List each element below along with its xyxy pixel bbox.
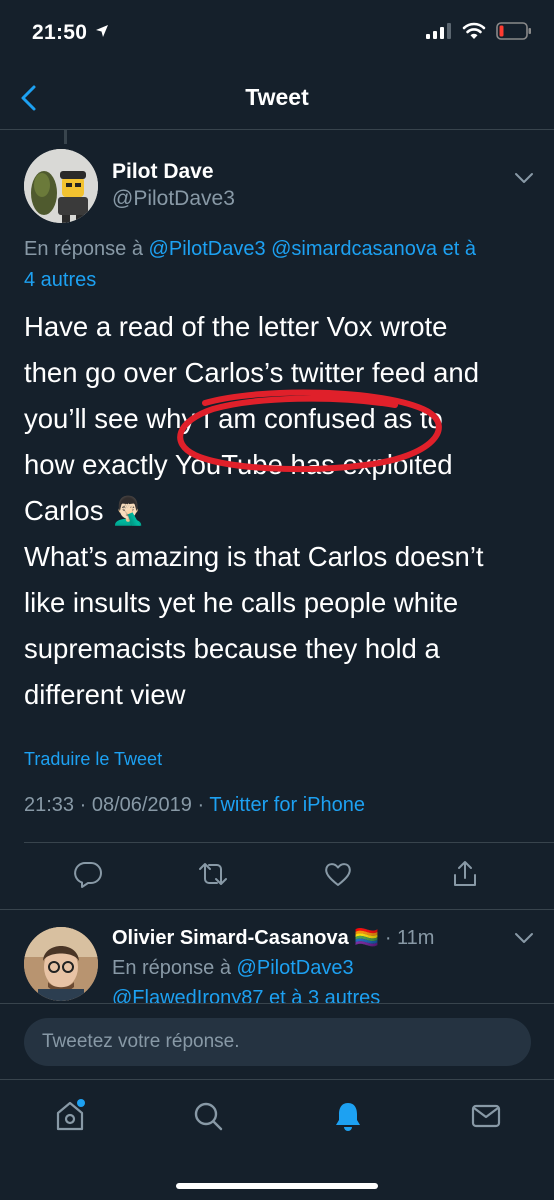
reply-input[interactable]: Tweetez votre réponse. — [24, 1018, 531, 1066]
reply-others-link[interactable]: 3 autres — [308, 987, 380, 1003]
avatar[interactable] — [24, 149, 98, 223]
reply-context: En réponse à @PilotDave3 @simardcasanova… — [24, 238, 476, 291]
divider — [24, 842, 554, 843]
author-handle[interactable]: @PilotDave3 — [112, 187, 235, 211]
tab-search[interactable] — [188, 1096, 228, 1136]
red-annotation-circle — [177, 389, 442, 473]
home-icon — [56, 1099, 85, 1131]
wifi-icon — [462, 22, 486, 39]
notifications-icon — [336, 1103, 360, 1131]
avatar-image — [24, 149, 98, 223]
tweet-line: supremacists because they hold a — [24, 633, 440, 664]
chevron-down-icon[interactable] — [513, 931, 535, 945]
thread-connector — [64, 130, 67, 144]
tweet-line: Carlos 🤦🏻‍♂️ — [24, 495, 146, 526]
status-icons — [426, 22, 532, 40]
author-name[interactable]: Pilot Dave — [112, 160, 214, 184]
reply-avatar-image — [24, 927, 98, 1001]
page-title: Tweet — [245, 84, 309, 110]
location-arrow-icon — [96, 25, 109, 37]
like-icon — [325, 863, 351, 886]
home-indicator — [176, 1183, 378, 1189]
reply-context: En réponse à @PilotDave3 @FlawedIrony87 … — [112, 953, 492, 1003]
translate-link[interactable]: Traduire le Tweet — [24, 749, 162, 770]
signal-icon — [426, 23, 451, 39]
reply-button[interactable] — [70, 856, 106, 892]
tab-home[interactable] — [50, 1096, 90, 1136]
action-bar — [0, 856, 554, 896]
share-icon — [454, 861, 476, 886]
tab-bar — [0, 1079, 554, 1200]
tweet-text: Have a read of the letter Vox wrote then… — [24, 304, 536, 718]
reply-mention[interactable]: @PilotDave3 — [237, 957, 354, 979]
reply-time: · 11m — [384, 927, 435, 949]
reply-others-link[interactable]: 4 autres — [24, 269, 96, 291]
tweet-line: different view — [24, 679, 186, 710]
reply-mention[interactable]: @FlawedIrony87 — [112, 987, 263, 1003]
reply-and[interactable]: et à — [443, 238, 476, 260]
reply-avatar[interactable] — [24, 927, 98, 1001]
status-time: 21:50 — [32, 21, 109, 45]
source-link[interactable]: Twitter for iPhone — [209, 794, 365, 816]
reply-input-placeholder: Tweetez votre réponse. — [42, 1031, 240, 1052]
status-bar: 21:50 — [0, 0, 554, 66]
like-button[interactable] — [320, 856, 356, 892]
share-button[interactable] — [447, 856, 483, 892]
tab-notifications[interactable] — [328, 1096, 368, 1136]
nav-bar: Tweet — [0, 66, 554, 130]
divider — [0, 909, 554, 910]
retweet-button[interactable] — [195, 856, 231, 892]
reply-header: Olivier Simard-Casanova 🏳️‍🌈 · 11m — [112, 925, 434, 950]
chevron-down-icon[interactable] — [513, 171, 535, 185]
compose-area: Tweetez votre réponse. — [0, 1003, 554, 1079]
reply-mentions[interactable]: @PilotDave3 @simardcasanova — [149, 238, 438, 260]
rainbow-flag-emoji: 🏳️‍🌈 — [354, 927, 380, 949]
messages-icon — [471, 1104, 501, 1128]
tweet-line: What’s amazing is that Carlos doesn’t — [24, 541, 484, 572]
reply-author-name[interactable]: Olivier Simard-Casanova — [112, 927, 349, 949]
tab-messages[interactable] — [466, 1096, 506, 1136]
tweet-line: like insults yet he calls people white — [24, 587, 459, 618]
search-icon — [194, 1102, 223, 1131]
tweet-line: Have a read of the letter Vox wrote — [24, 311, 448, 342]
tweet-meta: 21:33 · 08/06/2019 · Twitter for iPhone — [24, 794, 365, 817]
retweet-icon — [199, 863, 227, 885]
reply-and[interactable]: et à — [269, 987, 302, 1003]
reply-icon — [74, 862, 102, 888]
battery-icon — [496, 22, 531, 40]
timestamp: 21:33 · 08/06/2019 · — [24, 794, 205, 816]
